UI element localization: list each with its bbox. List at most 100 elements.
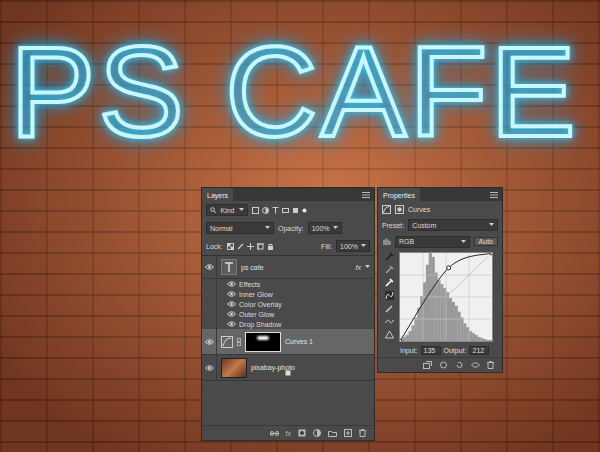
lock-row: Lock:Fill:100% [202, 237, 374, 255]
opacity-field[interactable]: 100% [308, 222, 342, 234]
curve-point[interactable] [399, 339, 402, 342]
eye-icon[interactable] [205, 339, 214, 345]
search-icon [210, 207, 216, 213]
effect-row[interactable]: Color Overlay [202, 299, 374, 309]
menu-icon[interactable] [490, 192, 498, 198]
curve-point[interactable] [447, 266, 451, 270]
graph-background [400, 253, 492, 341]
visibility-toggle[interactable] [202, 319, 217, 329]
clipping-warning-icon[interactable] [385, 330, 394, 339]
panel-titlebar[interactable]: Layers [202, 188, 374, 201]
eye-icon[interactable] [205, 365, 214, 371]
chevron-icon [239, 208, 244, 212]
chevron-icon [489, 223, 494, 227]
layer-row[interactable]: ps cafe fx [202, 256, 374, 279]
curve-point[interactable] [490, 252, 493, 255]
trash-icon[interactable] [487, 361, 494, 369]
panel-tab[interactable]: Properties [378, 188, 420, 201]
fill-field[interactable]: 100% [336, 240, 370, 252]
smart-filter-icon[interactable] [292, 207, 299, 214]
shape-filter-icon[interactable] [282, 207, 289, 214]
add-style-button[interactable]: fx [286, 430, 291, 437]
opacity-label: Opacity: [278, 225, 304, 232]
pixel-filter-icon[interactable] [252, 207, 259, 214]
visibility-toggle[interactable] [202, 256, 217, 278]
fx-badge[interactable]: fx [356, 264, 361, 271]
neon-text: PS CAFE [10, 22, 579, 163]
eye-icon[interactable] [227, 321, 236, 327]
adjustment-row: Curves [378, 201, 502, 217]
lock-artboard-icon[interactable] [257, 243, 264, 250]
black-eyedropper-icon[interactable] [385, 252, 394, 261]
layer-row[interactable]: pixabay-photo [202, 355, 374, 381]
channel-dropdown[interactable]: RGB [395, 236, 470, 248]
visibility-toggle[interactable] [202, 289, 217, 299]
link-icon[interactable] [270, 430, 279, 437]
curves-graph[interactable] [399, 252, 493, 342]
histogram-bar [455, 306, 458, 341]
layer-mask-thumbnail[interactable] [245, 332, 281, 352]
view-previous-icon[interactable] [439, 361, 448, 369]
visibility-toggle[interactable] [202, 329, 217, 354]
layers-panel[interactable]: LayersKindNormalOpacity:100%Lock:Fill:10… [202, 188, 374, 440]
properties-panel[interactable]: PropertiesCurvesPreset:CustomRGBAutoInpu… [378, 188, 502, 372]
visibility-icon[interactable] [471, 361, 480, 369]
effects-header[interactable]: Effects [202, 279, 374, 289]
visibility-toggle[interactable] [202, 355, 217, 380]
eye-icon[interactable] [227, 311, 236, 317]
menu-icon[interactable] [362, 192, 370, 198]
curves-editor [378, 250, 502, 344]
panel-titlebar[interactable]: Properties [378, 188, 502, 201]
filter-dropdown[interactable]: Kind [206, 204, 248, 216]
effect-row[interactable]: Outer Glow [202, 309, 374, 319]
hand-adjust-icon[interactable] [382, 237, 391, 246]
eye-icon[interactable] [227, 291, 236, 297]
curve-point-tool-icon[interactable] [385, 291, 394, 300]
trash-icon[interactable] [359, 429, 366, 437]
adjustment-layer-icon[interactable] [313, 429, 321, 437]
auto-button[interactable]: Auto [474, 237, 498, 246]
output-field[interactable]: 212 [469, 346, 489, 355]
lock-pixels-icon[interactable] [227, 243, 234, 250]
visibility-toggle[interactable] [202, 279, 217, 289]
eye-icon[interactable] [227, 301, 236, 307]
histogram-bar [437, 280, 440, 341]
visibility-toggle[interactable] [202, 299, 217, 309]
lock-move-icon[interactable] [247, 243, 254, 250]
lock-brush-icon[interactable] [237, 243, 244, 250]
smooth-icon[interactable] [385, 317, 394, 326]
clip-to-layer-icon[interactable] [423, 361, 432, 369]
photoshop-canvas: PS CAFELayersKindNormalOpacity:100%Lock:… [0, 0, 600, 452]
type-filter-icon[interactable] [272, 207, 279, 214]
white-eyedropper-icon[interactable] [385, 278, 394, 287]
preset-label: Preset: [382, 222, 404, 229]
panel-tab[interactable]: Layers [202, 188, 233, 201]
effect-row[interactable]: Drop Shadow [202, 319, 374, 329]
reset-icon[interactable] [455, 361, 464, 369]
filter-row: Kind [202, 201, 374, 219]
add-mask-icon[interactable] [298, 429, 306, 437]
new-layer-icon[interactable] [344, 429, 352, 437]
filter-toggle-icon[interactable] [302, 208, 307, 213]
visibility-toggle[interactable] [202, 309, 217, 319]
mask-icon[interactable] [395, 205, 404, 214]
layer-name[interactable]: Curves 1 [285, 338, 313, 345]
folder-icon[interactable] [328, 430, 337, 437]
layer-row[interactable]: Curves 1 [202, 329, 374, 355]
adjustment-filter-icon[interactable] [262, 207, 269, 214]
layer-name[interactable]: ps cafe [241, 264, 264, 271]
layer-name[interactable]: pixabay-photo [251, 364, 295, 371]
gray-eyedropper-icon[interactable] [385, 265, 394, 274]
blend-mode-dropdown[interactable]: Normal [206, 222, 274, 234]
lock-all-icon[interactable] [267, 243, 274, 250]
expand-icon[interactable] [365, 265, 370, 269]
effect-row[interactable]: Inner Glow [202, 289, 374, 299]
chain-icon [237, 338, 241, 346]
pencil-icon[interactable] [385, 304, 394, 313]
effect-body: Outer Glow [217, 309, 274, 319]
preset-dropdown[interactable]: Custom [408, 219, 498, 231]
curve-line[interactable] [400, 253, 492, 341]
eye-icon[interactable] [227, 281, 236, 287]
input-field[interactable]: 135 [421, 346, 441, 355]
eye-icon[interactable] [205, 264, 214, 270]
